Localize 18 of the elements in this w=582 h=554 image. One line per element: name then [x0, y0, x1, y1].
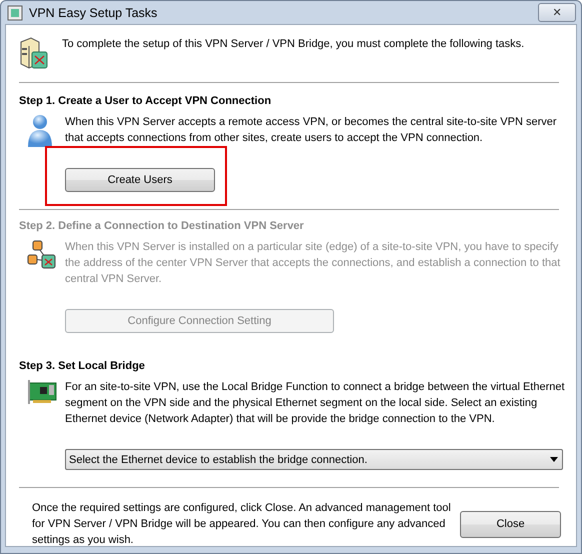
ethernet-device-dropdown[interactable]: Select the Ethernet device to establish the bridge connection.	[65, 449, 563, 470]
action-button[interactable]: Create Users	[65, 168, 215, 192]
step-description: When this VPN Server accepts a remote access VPN, or becomes the central site-to-site VPN server that accepts connections from other sites, create users to accept the VPN connection.	[65, 115, 558, 146]
app-icon	[7, 4, 23, 20]
step-title: Step 2. Define a Connection to Destination VPN Server	[19, 220, 305, 232]
close-button[interactable]: Close	[460, 510, 561, 538]
intro-text: To complete the setup of this VPN Server / VPN Bridge, you must complete the following tasks.	[62, 38, 524, 50]
window-title: VPN Easy Setup Tasks	[29, 6, 158, 20]
close-button[interactable]: ✕	[538, 3, 576, 22]
server-icon	[19, 36, 49, 70]
step-description: For an site-to-site VPN, use the Local Bridge Function to connect a bridge between the virtual Ethernet segment on the VPN side and the physical Ethernet segment on the local side. Select an existing Ethernet device (Network Adapter) that will be provide the bridge connection to the VPN.	[65, 380, 565, 427]
dropdown-arrow-icon	[550, 457, 558, 462]
network-card-icon	[27, 379, 57, 405]
step-description: When this VPN Server is installed on a particular site (edge) of a site-to-site VPN, you have to specify the address of the center VPN Server that accepts the connections, and establish a connection to that central VPN Server.	[65, 240, 562, 287]
footer-text: Once the required settings are configured, click Close. An advanced management tool for VPN Server / VPN Bridge will be appeared. You can then configure any advanced settings as you wish.	[32, 501, 452, 548]
step-title: Step 3. Set Local Bridge	[19, 360, 146, 372]
user-icon	[27, 114, 53, 148]
step-title: Step 1. Create a User to Accept VPN Connection	[19, 95, 272, 107]
